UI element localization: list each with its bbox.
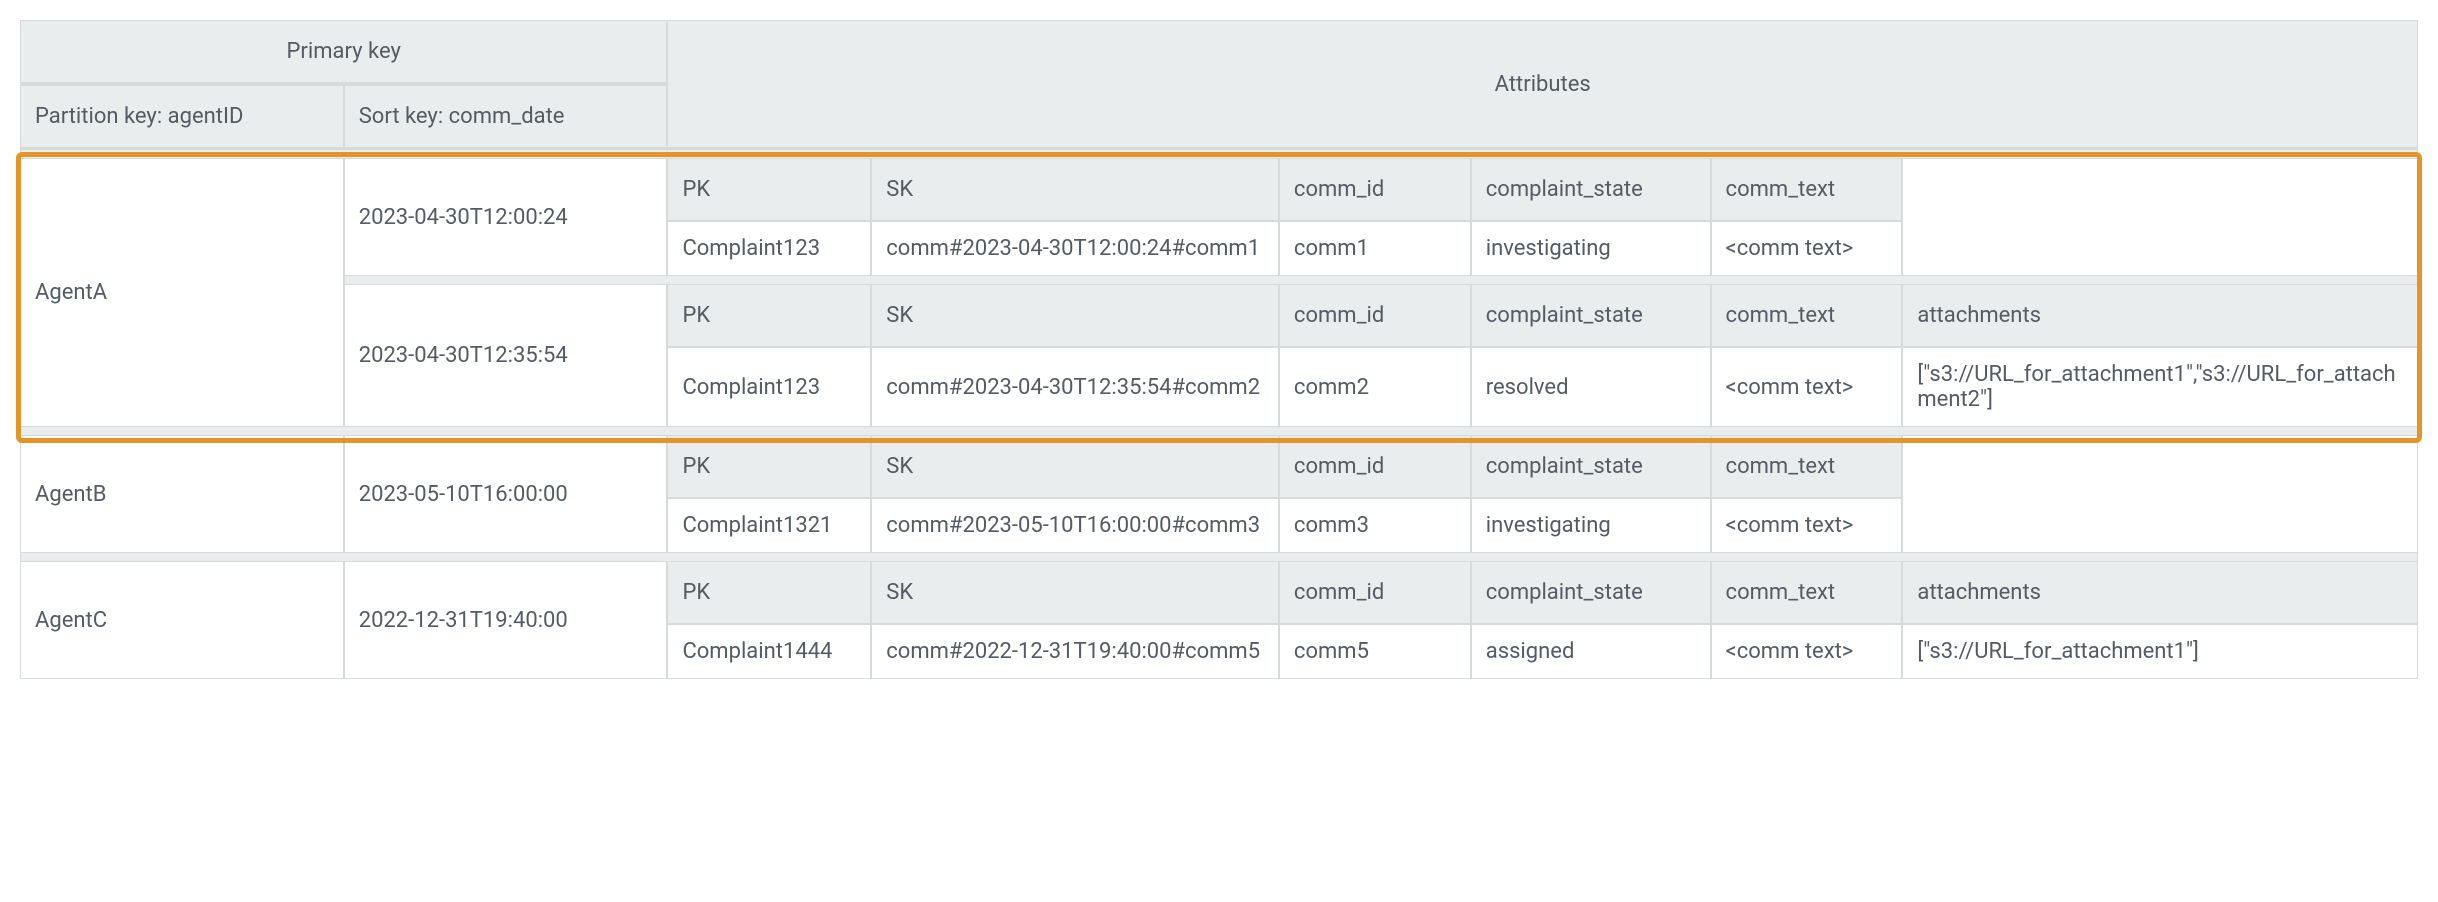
attr-header-complaint-state: complaint_state xyxy=(1471,435,1711,498)
header-row-1: Primary key Attributes xyxy=(20,20,2418,85)
attr-header-sk: SK xyxy=(871,435,1279,498)
date-cell: 2023-04-30T12:35:54 xyxy=(344,284,668,427)
attr-header-comm-id: comm_id xyxy=(1279,435,1471,498)
attr-header-complaint-state: complaint_state xyxy=(1471,284,1711,347)
sort-key-header: Sort key: comm_date xyxy=(344,85,668,150)
state-cell: investigating xyxy=(1471,221,1711,276)
text-cell: <comm text> xyxy=(1711,221,1903,276)
sk-cell: comm#2023-04-30T12:00:24#comm1 xyxy=(871,221,1279,276)
date-cell: 2023-05-10T16:00:00 xyxy=(344,435,668,553)
primary-key-header: Primary key xyxy=(20,20,667,85)
attachments-cell: ["s3://URL_for_attachment1"] xyxy=(1902,624,2418,679)
table-row: 2023-04-30T12:35:54 PK SK comm_id compla… xyxy=(20,284,2418,347)
attr-header-pk: PK xyxy=(667,561,871,624)
agent-cell: AgentB xyxy=(20,435,344,553)
state-cell: investigating xyxy=(1471,498,1711,553)
attr-header-comm-text: comm_text xyxy=(1711,158,1903,221)
attr-header-attachments: attachments xyxy=(1902,561,2418,624)
text-cell: <comm text> xyxy=(1711,498,1903,553)
attr-header-pk: PK xyxy=(667,158,871,221)
attr-header-complaint-state: complaint_state xyxy=(1471,158,1711,221)
state-cell: assigned xyxy=(1471,624,1711,679)
attr-header-pk: PK xyxy=(667,284,871,347)
attr-header-sk: SK xyxy=(871,158,1279,221)
attr-header-attachments: attachments xyxy=(1902,284,2418,347)
text-cell: <comm text> xyxy=(1711,347,1903,427)
comm-id-cell: comm3 xyxy=(1279,498,1471,553)
agent-cell: AgentA xyxy=(20,158,344,427)
pk-cell: Complaint1321 xyxy=(667,498,871,553)
date-cell: 2023-04-30T12:00:24 xyxy=(344,158,668,276)
attr-header-comm-text: comm_text xyxy=(1711,284,1903,347)
pk-cell: Complaint123 xyxy=(667,347,871,427)
attr-header-sk: SK xyxy=(871,561,1279,624)
attr-header-comm-text: comm_text xyxy=(1711,435,1903,498)
attachments-cell: ["s3://URL_for_attachment1","s3://URL_fo… xyxy=(1902,347,2418,427)
attributes-header: Attributes xyxy=(667,20,2418,150)
dynamodb-table: Primary key Attributes Partition key: ag… xyxy=(20,20,2418,679)
attachments-cell xyxy=(1902,158,2418,276)
attr-header-comm-id: comm_id xyxy=(1279,561,1471,624)
date-cell: 2022-12-31T19:40:00 xyxy=(344,561,668,679)
attr-header-sk: SK xyxy=(871,284,1279,347)
agent-cell: AgentC xyxy=(20,561,344,679)
attr-header-comm-id: comm_id xyxy=(1279,284,1471,347)
sk-cell: comm#2023-05-10T16:00:00#comm3 xyxy=(871,498,1279,553)
attr-header-pk: PK xyxy=(667,435,871,498)
pk-cell: Complaint1444 xyxy=(667,624,871,679)
attachments-cell xyxy=(1902,435,2418,553)
attr-header-comm-id: comm_id xyxy=(1279,158,1471,221)
comm-id-cell: comm2 xyxy=(1279,347,1471,427)
state-cell: resolved xyxy=(1471,347,1711,427)
comm-id-cell: comm1 xyxy=(1279,221,1471,276)
table-row: AgentA 2023-04-30T12:00:24 PK SK comm_id… xyxy=(20,158,2418,221)
text-cell: <comm text> xyxy=(1711,624,1903,679)
comm-id-cell: comm5 xyxy=(1279,624,1471,679)
sk-cell: comm#2023-04-30T12:35:54#comm2 xyxy=(871,347,1279,427)
sk-cell: comm#2022-12-31T19:40:00#comm5 xyxy=(871,624,1279,679)
table-row: AgentB 2023-05-10T16:00:00 PK SK comm_id… xyxy=(20,435,2418,498)
attr-header-comm-text: comm_text xyxy=(1711,561,1903,624)
partition-key-header: Partition key: agentID xyxy=(20,85,344,150)
table-row: AgentC 2022-12-31T19:40:00 PK SK comm_id… xyxy=(20,561,2418,624)
attr-header-complaint-state: complaint_state xyxy=(1471,561,1711,624)
pk-cell: Complaint123 xyxy=(667,221,871,276)
